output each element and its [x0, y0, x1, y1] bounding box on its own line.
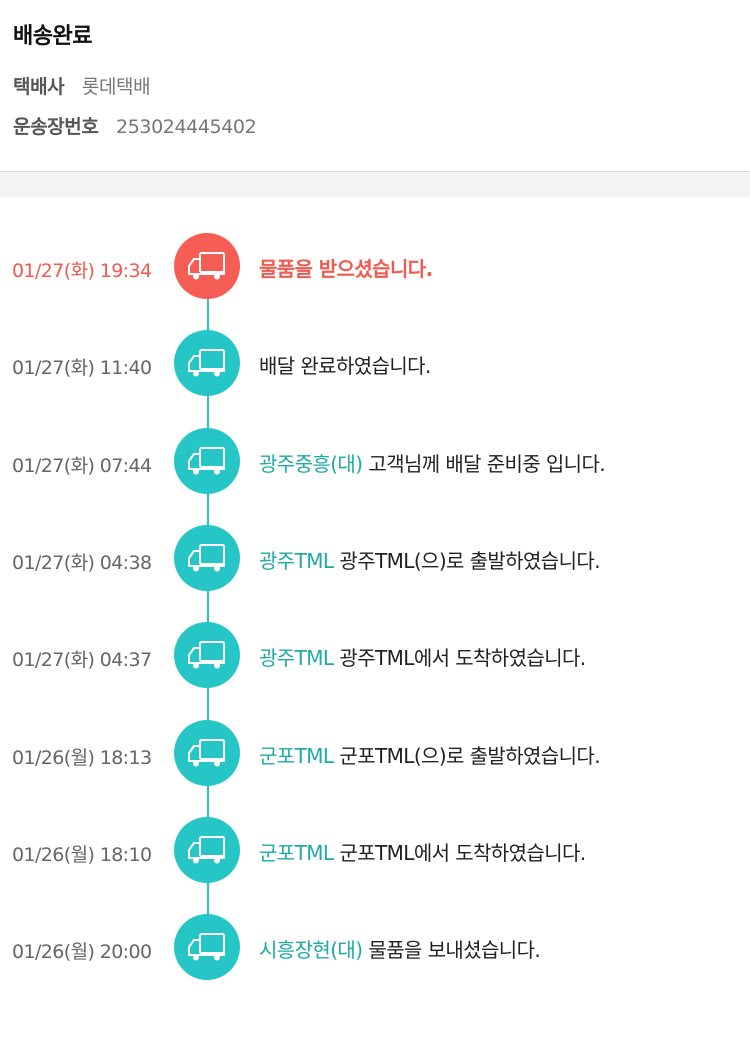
- event-description: 시흥장현(대) 물품을 보내셨습니다.: [259, 934, 541, 963]
- truck-icon: [174, 330, 240, 396]
- event-message: 군포TML에서 도착하였습니다.: [339, 841, 586, 865]
- tracking-timeline: 01/27(화) 19:34 물품을 받으셨습니다. 01/27(화) 11:40 배…: [0, 197, 750, 1038]
- event-time: 01/26(월) 18:10: [12, 844, 152, 866]
- truck-icon: [174, 817, 240, 883]
- timeline-event: 01/27(화) 11:40 배달 완료하였습니다.: [0, 329, 750, 397]
- event-message: 배달 완료하였습니다.: [259, 354, 431, 378]
- carrier-label: 택배사: [13, 76, 65, 98]
- truck-icon: [174, 622, 240, 688]
- tracking-row: 운송장번호 253024445402: [13, 112, 257, 139]
- delivery-header: 배송완료 택배사 롯데택배 운송장번호 253024445402: [0, 0, 750, 172]
- event-message: 군포TML(으)로 출발하였습니다.: [339, 744, 600, 768]
- carrier-value: 롯데택배: [81, 76, 151, 98]
- event-description: 광주TML 광주TML에서 도착하였습니다.: [259, 642, 586, 671]
- event-description: 물품을 받으셨습니다.: [259, 253, 433, 282]
- event-description: 배달 완료하였습니다.: [259, 350, 431, 379]
- event-location: 광주TML: [259, 646, 334, 670]
- event-time: 01/26(월) 18:13: [12, 747, 152, 769]
- event-message: 고객님께 배달 준비중 입니다.: [368, 452, 606, 476]
- truck-icon: [174, 720, 240, 786]
- event-message: 광주TML에서 도착하였습니다.: [339, 646, 586, 670]
- event-message: 광주TML(으)로 출발하였습니다.: [339, 549, 600, 573]
- carrier-row: 택배사 롯데택배: [13, 72, 151, 99]
- event-location: 광주중흥(대): [259, 452, 363, 476]
- timeline-event: 01/26(월) 18:13 군포TML 군포TML(으)로 출발하였습니다.: [0, 719, 750, 787]
- delivery-status-title: 배송완료: [13, 24, 92, 49]
- event-time: 01/27(화) 19:34: [12, 260, 152, 282]
- event-location: 시흥장현(대): [259, 938, 363, 962]
- truck-icon: [174, 233, 240, 299]
- timeline-event: 01/26(월) 18:10 군포TML 군포TML에서 도착하였습니다.: [0, 816, 750, 884]
- event-description: 광주TML 광주TML(으)로 출발하였습니다.: [259, 545, 601, 574]
- section-divider: [0, 172, 750, 197]
- tracking-number-label: 운송장번호: [13, 116, 99, 138]
- truck-icon: [174, 914, 240, 980]
- event-message: 물품을 받으셨습니다.: [259, 257, 433, 281]
- event-description: 군포TML 군포TML(으)로 출발하였습니다.: [259, 740, 601, 769]
- truck-icon: [174, 525, 240, 591]
- event-description: 광주중흥(대) 고객님께 배달 준비중 입니다.: [259, 448, 606, 477]
- event-message: 물품을 보내셨습니다.: [368, 938, 541, 962]
- timeline-event: 01/27(화) 19:34 물품을 받으셨습니다.: [0, 232, 750, 300]
- tracking-number-value: 253024445402: [116, 116, 257, 138]
- timeline-event: 01/27(화) 04:38 광주TML 광주TML(으)로 출발하였습니다.: [0, 524, 750, 592]
- event-location: 군포TML: [259, 841, 334, 865]
- timeline-event: 01/26(월) 20:00 시흥장현(대) 물품을 보내셨습니다.: [0, 913, 750, 981]
- event-time: 01/26(월) 20:00: [12, 941, 152, 963]
- event-location: 군포TML: [259, 744, 334, 768]
- event-description: 군포TML 군포TML에서 도착하였습니다.: [259, 837, 586, 866]
- event-time: 01/27(화) 04:37: [12, 649, 152, 671]
- truck-icon: [174, 428, 240, 494]
- event-time: 01/27(화) 04:38: [12, 552, 152, 574]
- event-location: 광주TML: [259, 549, 334, 573]
- event-time: 01/27(화) 07:44: [12, 455, 152, 477]
- timeline-event: 01/27(화) 07:44 광주중흥(대) 고객님께 배달 준비중 입니다.: [0, 427, 750, 495]
- event-time: 01/27(화) 11:40: [12, 357, 152, 379]
- timeline-event: 01/27(화) 04:37 광주TML 광주TML에서 도착하였습니다.: [0, 621, 750, 689]
